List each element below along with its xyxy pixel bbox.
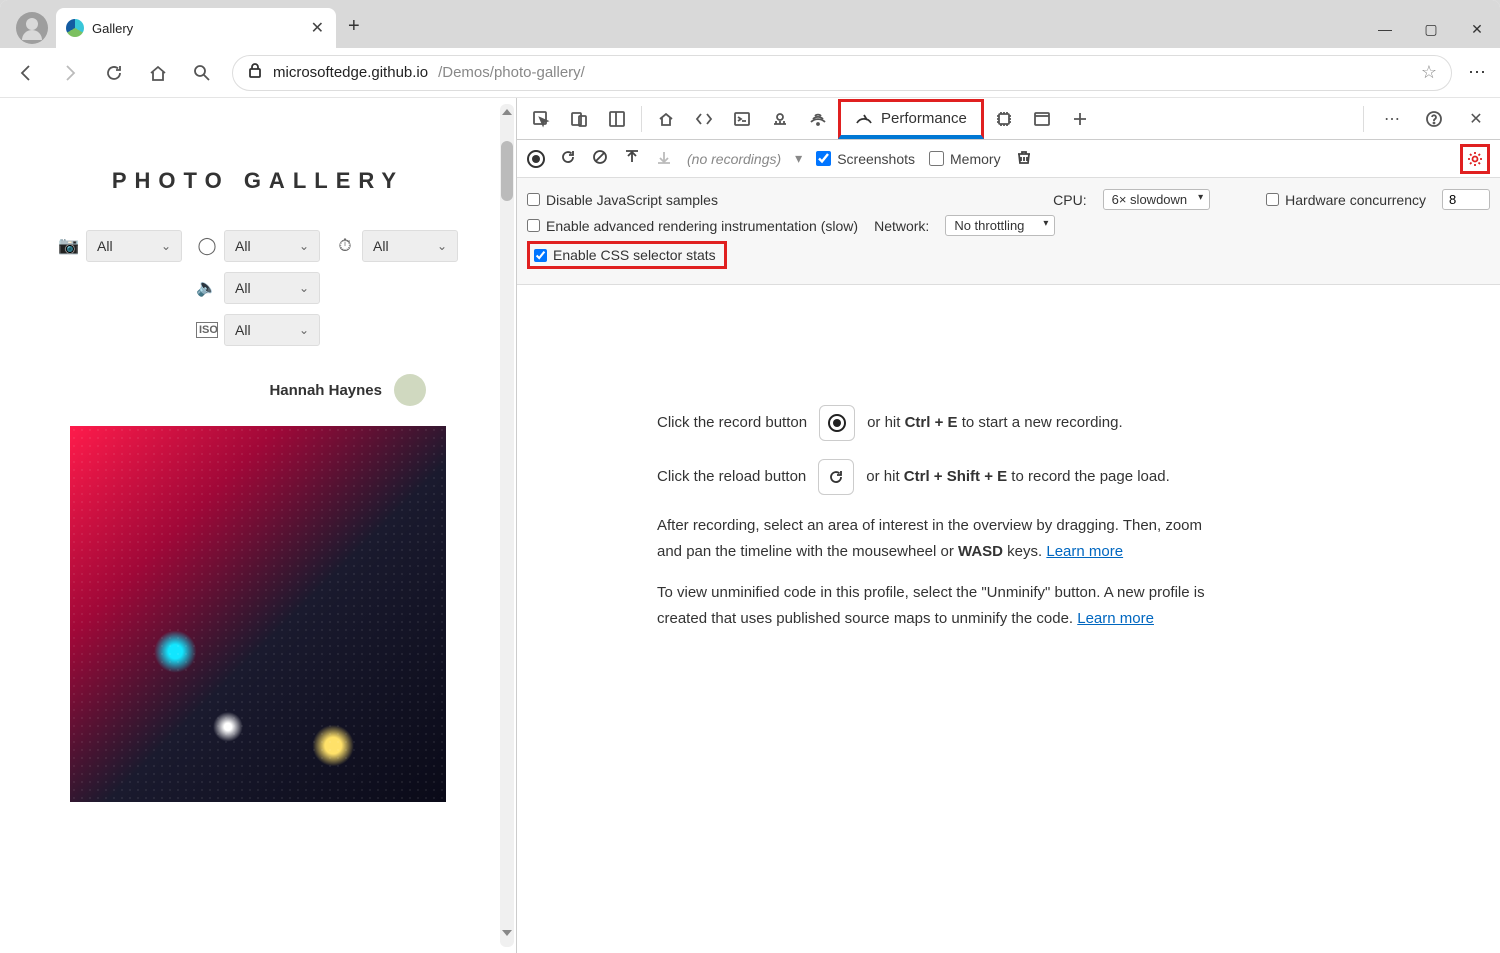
garbage-collect-icon[interactable] xyxy=(1015,148,1033,169)
perf-settings-button[interactable] xyxy=(1460,144,1490,174)
site-info-icon[interactable] xyxy=(247,63,263,83)
page-title: PHOTO GALLERY xyxy=(30,168,486,194)
css-selector-stats-checkbox[interactable]: Enable CSS selector stats xyxy=(527,241,727,269)
screenshots-checkbox[interactable]: Screenshots xyxy=(816,151,915,167)
hw-concurrency-input[interactable] xyxy=(1442,189,1490,210)
dock-icon[interactable] xyxy=(599,101,635,137)
focal-filter-select[interactable]: All⌄ xyxy=(224,272,320,304)
iso-filter-select[interactable]: All⌄ xyxy=(224,314,320,346)
tab-title: Gallery xyxy=(92,21,303,36)
memory-checkbox[interactable]: Memory xyxy=(929,151,1001,167)
window-controls: — ▢ ✕ xyxy=(1362,10,1500,48)
scroll-up-icon[interactable] xyxy=(502,109,512,115)
maximize-button[interactable]: ▢ xyxy=(1408,10,1454,48)
aperture-filter-select[interactable]: All⌄ xyxy=(224,230,320,262)
minimize-button[interactable]: — xyxy=(1362,10,1408,48)
forward-button[interactable] xyxy=(56,59,84,87)
page-viewport: PHOTO GALLERY 📷 All⌄ ◯ All⌄ ⏱ All⌄ xyxy=(0,98,516,953)
upload-button[interactable] xyxy=(623,148,641,169)
record-instruction-pre: Click the record button xyxy=(657,410,807,436)
new-tab-button[interactable]: + xyxy=(348,15,360,38)
address-bar[interactable]: microsoftedge.github.io/Demos/photo-gall… xyxy=(232,55,1452,91)
download-button[interactable] xyxy=(655,148,673,169)
gallery-photo[interactable] xyxy=(70,426,446,802)
performance-tab-label: Performance xyxy=(881,110,967,127)
page-scrollbar[interactable] xyxy=(500,104,514,947)
network-throttle-select[interactable]: No throttling xyxy=(945,215,1055,236)
inspect-icon[interactable] xyxy=(523,101,559,137)
advanced-rendering-checkbox[interactable]: Enable advanced rendering instrumentatio… xyxy=(527,218,858,234)
favorite-icon[interactable]: ☆ xyxy=(1421,62,1437,83)
reload-record-button[interactable] xyxy=(559,148,577,169)
unminify-instruction: To view unminified code in this profile,… xyxy=(657,580,1217,631)
disable-js-checkbox[interactable]: Disable JavaScript samples xyxy=(527,192,718,208)
sound-icon: 🔈 xyxy=(196,278,218,298)
reload-button-inline[interactable] xyxy=(818,459,854,495)
edge-favicon xyxy=(66,19,84,37)
perf-empty-state: Click the record button or hit Ctrl + E … xyxy=(517,285,1500,953)
scroll-down-icon[interactable] xyxy=(502,930,512,936)
camera-icon: 📷 xyxy=(58,236,80,256)
url-host: microsoftedge.github.io xyxy=(273,64,428,81)
filter-bar: 📷 All⌄ ◯ All⌄ ⏱ All⌄ 🔈 All⌄ xyxy=(30,230,486,346)
help-icon[interactable] xyxy=(1416,101,1452,137)
performance-icon xyxy=(855,109,873,127)
record-button[interactable] xyxy=(527,150,545,168)
title-bar: Gallery ✕ + — ▢ ✕ xyxy=(0,0,1500,48)
cpu-label: CPU: xyxy=(1053,192,1086,208)
devtools-close-icon[interactable]: ✕ xyxy=(1458,101,1494,137)
back-button[interactable] xyxy=(12,59,40,87)
reload-instruction-post: or hit Ctrl + Shift + E to record the pa… xyxy=(866,464,1170,490)
search-button[interactable] xyxy=(188,59,216,87)
record-instruction-post: or hit Ctrl + E to start a new recording… xyxy=(867,410,1123,436)
camera-filter-select[interactable]: All⌄ xyxy=(86,230,182,262)
devtools-panel: Performance ⋯ ✕ (no recordings) xyxy=(516,98,1500,953)
record-button-inline[interactable] xyxy=(819,405,855,441)
drag-instruction: After recording, select an area of inter… xyxy=(657,513,1217,564)
scroll-thumb[interactable] xyxy=(501,141,513,201)
perf-settings-panel: Disable JavaScript samples CPU: 6× slowd… xyxy=(517,178,1500,285)
author-row: Hannah Haynes xyxy=(30,374,486,406)
performance-tab[interactable]: Performance xyxy=(838,99,984,139)
author-avatar[interactable] xyxy=(394,374,426,406)
network-tab-icon[interactable] xyxy=(800,101,836,137)
refresh-button[interactable] xyxy=(100,59,128,87)
home-button[interactable] xyxy=(144,59,172,87)
browser-menu-button[interactable]: ⋯ xyxy=(1468,62,1488,83)
perf-toolbar: (no recordings) ▾ Screenshots Memory xyxy=(517,140,1500,178)
welcome-tab-icon[interactable] xyxy=(648,101,684,137)
learn-more-link-1[interactable]: Learn more xyxy=(1046,543,1123,560)
device-icon[interactable] xyxy=(561,101,597,137)
browser-tab[interactable]: Gallery ✕ xyxy=(56,8,336,48)
network-label: Network: xyxy=(874,218,929,234)
learn-more-link-2[interactable]: Learn more xyxy=(1077,610,1154,627)
browser-toolbar: microsoftedge.github.io/Demos/photo-gall… xyxy=(0,48,1500,98)
shutter-icon: ⏱ xyxy=(334,236,356,256)
cpu-throttle-select[interactable]: 6× slowdown xyxy=(1103,189,1211,210)
shutter-filter-select[interactable]: All⌄ xyxy=(362,230,458,262)
add-tab-icon[interactable] xyxy=(1062,101,1098,137)
author-name: Hannah Haynes xyxy=(269,382,382,399)
profile-icon[interactable] xyxy=(16,12,48,44)
devtools-menu-icon[interactable]: ⋯ xyxy=(1374,101,1410,137)
close-window-button[interactable]: ✕ xyxy=(1454,10,1500,48)
reload-instruction-pre: Click the reload button xyxy=(657,464,806,490)
memory-tab-icon[interactable] xyxy=(986,101,1022,137)
tab-close-icon[interactable]: ✕ xyxy=(311,18,324,38)
recordings-dropdown-icon[interactable]: ▾ xyxy=(795,150,802,167)
elements-tab-icon[interactable] xyxy=(686,101,722,137)
url-path: /Demos/photo-gallery/ xyxy=(438,64,585,81)
sources-tab-icon[interactable] xyxy=(762,101,798,137)
console-tab-icon[interactable] xyxy=(724,101,760,137)
iso-icon: ISO xyxy=(196,322,218,338)
no-recordings-label: (no recordings) xyxy=(687,151,781,167)
clear-button[interactable] xyxy=(591,148,609,169)
devtools-tabs: Performance ⋯ ✕ xyxy=(517,98,1500,140)
hw-concurrency-checkbox[interactable]: Hardware concurrency xyxy=(1266,192,1426,208)
application-tab-icon[interactable] xyxy=(1024,101,1060,137)
aperture-icon: ◯ xyxy=(196,236,218,256)
